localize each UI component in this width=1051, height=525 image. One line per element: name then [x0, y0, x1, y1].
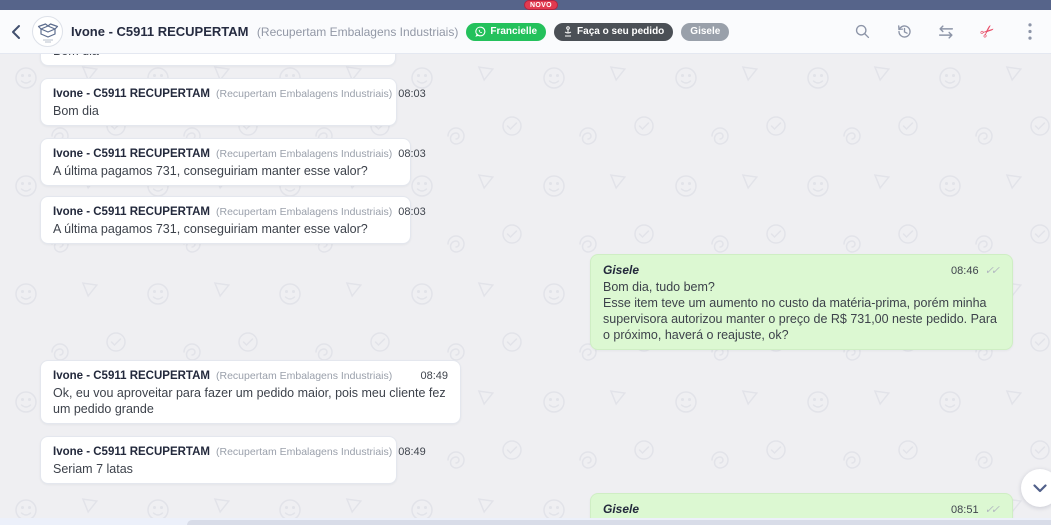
end-conversation-button[interactable]: ✂: [975, 19, 1000, 44]
message-bubble-outgoing: Gisele 08:51 ✓✓: [590, 493, 1013, 518]
message-bubble-incoming: Ivone - C5911 RECUPERTAM (Recupertam Emb…: [40, 360, 461, 424]
double-check-icon: ✓✓: [985, 502, 1000, 518]
message-text: A última pagamos 731, conseguiriam mante…: [53, 163, 398, 179]
message-time: 08:51: [951, 502, 979, 518]
order-button[interactable]: Faça o seu pedido: [554, 23, 673, 41]
chevron-down-icon: [1033, 484, 1047, 493]
message-text: Esse item teve um aumento no custo da ma…: [603, 295, 1000, 343]
chevron-left-icon: [10, 24, 21, 40]
contact-name: Ivone - C5911 RECUPERTAM: [71, 24, 248, 39]
assignee-name-label: Gisele: [690, 26, 720, 37]
history-icon: [896, 23, 913, 40]
message-sender-company: (Recupertam Embalagens Industriais): [216, 146, 392, 162]
scroll-to-bottom-button[interactable]: [1021, 469, 1051, 507]
conversation-title: Ivone - C5911 RECUPERTAM (Recupertam Emb…: [71, 23, 458, 41]
message-bubble-incoming: Ivone - C5911 RECUPERTAM (Recupertam Emb…: [40, 138, 411, 186]
agent-name-label: Francielle: [490, 26, 537, 37]
message-bubble-incoming: Ivone - C5911 RECUPERTAM (Recupertam Emb…: [40, 78, 397, 126]
chat-window: NOVO Ivone - C5911 RECUPERTAM (Recuperta…: [0, 0, 1051, 525]
message-time: 08:46: [951, 263, 979, 279]
contact-company: (Recupertam Embalagens Industriais): [257, 25, 458, 39]
bottom-strip: [0, 518, 1051, 525]
message-text: Ok, eu vou aproveitar para fazer um pedi…: [53, 385, 448, 417]
message-time: 08:03: [398, 204, 426, 220]
history-button[interactable]: [895, 23, 913, 41]
double-check-icon: ✓✓: [985, 263, 1000, 279]
message-bubble-incoming: Bom dia: [40, 54, 396, 66]
message-sender-company: (Recupertam Embalagens Industriais): [216, 444, 392, 460]
message-time: 08:49: [398, 444, 426, 460]
message-sender: Ivone - C5911 RECUPERTAM: [53, 444, 210, 460]
message-sender: Gisele: [603, 501, 639, 517]
order-person-icon: [563, 26, 573, 37]
box-logo-icon: [36, 20, 60, 44]
transfer-button[interactable]: [937, 23, 955, 41]
message-sender-company: (Recupertam Embalagens Industriais): [216, 86, 392, 102]
conversation-header: Ivone - C5911 RECUPERTAM (Recupertam Emb…: [0, 10, 1051, 54]
header-actions: ✂: [853, 23, 1051, 41]
scissors-icon: ✂: [976, 19, 1000, 43]
order-button-label: Faça o seu pedido: [577, 26, 664, 37]
search-button[interactable]: [853, 23, 871, 41]
message-sender: Ivone - C5911 RECUPERTAM: [53, 86, 210, 102]
contact-avatar[interactable]: [32, 16, 63, 47]
message-sender: Ivone - C5911 RECUPERTAM: [53, 146, 210, 162]
message-text: A última pagamos 731, conseguiriam mante…: [53, 221, 398, 237]
chat-area: Bom dia Ivone - C5911 RECUPERTAM (Recupe…: [0, 54, 1051, 518]
message-bubble-outgoing: Gisele 08:46 ✓✓ Bom dia, tudo bem? Esse …: [590, 254, 1013, 350]
kebab-menu-icon: [1028, 23, 1032, 40]
message-time: 08:03: [398, 146, 426, 162]
back-button[interactable]: [2, 17, 28, 47]
more-options-button[interactable]: [1021, 23, 1039, 41]
message-text: Seriam 7 latas: [53, 461, 384, 477]
message-sender: Gisele: [603, 262, 639, 278]
horizontal-scrollbar-thumb[interactable]: [187, 520, 1051, 525]
novo-badge: NOVO: [524, 0, 558, 10]
message-sender: Ivone - C5911 RECUPERTAM: [53, 368, 210, 384]
message-bubble-incoming: Ivone - C5911 RECUPERTAM (Recupertam Emb…: [40, 196, 411, 244]
message-sender: Ivone - C5911 RECUPERTAM: [53, 204, 210, 220]
message-text: Bom dia, tudo bem?: [603, 279, 1000, 295]
message-text: Bom dia: [53, 103, 384, 119]
whatsapp-agent-badge[interactable]: Francielle: [466, 23, 546, 41]
message-bubble-incoming: Ivone - C5911 RECUPERTAM (Recupertam Emb…: [40, 436, 397, 484]
message-sender-company: (Recupertam Embalagens Industriais): [216, 368, 392, 384]
search-icon: [854, 23, 871, 40]
assignee-badge[interactable]: Gisele: [681, 23, 729, 41]
message-time: 08:49: [420, 368, 448, 384]
transfer-arrows-icon: [937, 24, 955, 40]
message-sender-company: (Recupertam Embalagens Industriais): [216, 204, 392, 220]
message-time: 08:03: [398, 86, 426, 102]
top-bar: NOVO: [0, 0, 1051, 10]
whatsapp-icon: [475, 26, 486, 37]
message-text: Bom dia: [53, 54, 383, 59]
